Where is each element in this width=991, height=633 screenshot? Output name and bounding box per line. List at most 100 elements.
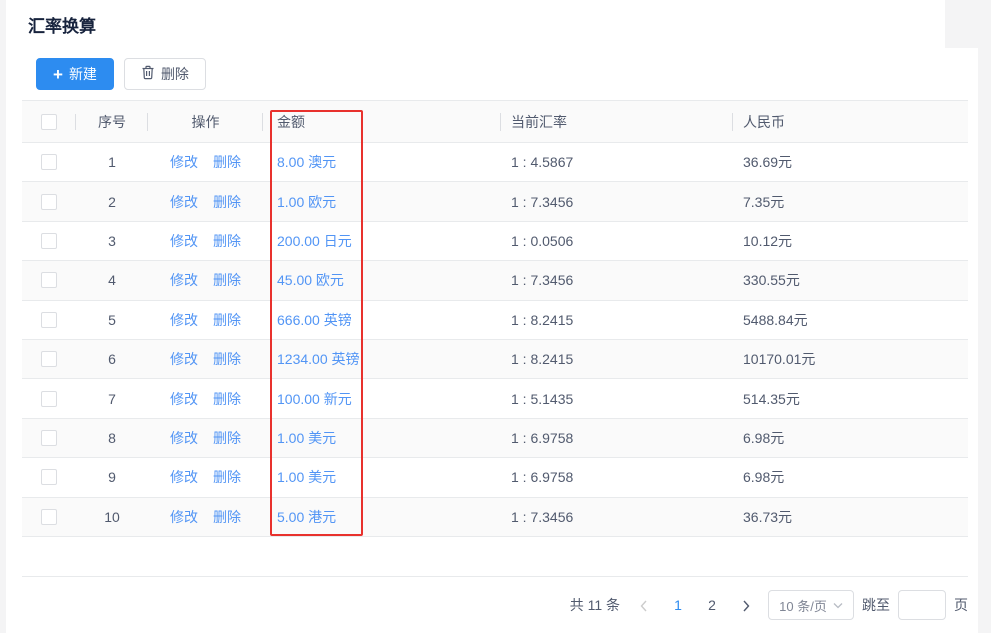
row-rmb: 514.35元 [733, 389, 968, 409]
header-actions: 操作 [148, 112, 263, 132]
edit-link[interactable]: 修改 [170, 231, 198, 251]
row-select-cell [22, 469, 76, 485]
pagination: 共 11 条 1 2 10 条/页 跳至 页 [562, 589, 968, 621]
header-rate: 当前汇率 [501, 112, 733, 132]
row-rate: 1 : 6.9758 [501, 430, 733, 446]
row-checkbox[interactable] [41, 351, 57, 367]
row-rmb: 7.35元 [733, 192, 968, 212]
row-index: 1 [76, 154, 148, 170]
delete-button[interactable]: 删除 [124, 58, 206, 90]
delete-link[interactable]: 删除 [213, 231, 241, 251]
row-actions: 修改 删除 [148, 428, 263, 448]
delete-link[interactable]: 删除 [213, 428, 241, 448]
table-row: 2 修改 删除 1.00 欧元 1 : 7.3456 7.35元 [22, 182, 968, 221]
row-select-cell [22, 154, 76, 170]
row-index: 2 [76, 194, 148, 210]
row-index: 10 [76, 509, 148, 525]
jump-to-input[interactable] [898, 590, 946, 620]
page-title: 汇率换算 [28, 12, 96, 37]
row-checkbox[interactable] [41, 154, 57, 170]
delete-link[interactable]: 删除 [213, 467, 241, 487]
edit-link[interactable]: 修改 [170, 310, 198, 330]
row-rate: 1 : 5.1435 [501, 391, 733, 407]
edit-link[interactable]: 修改 [170, 389, 198, 409]
table-row: 6 修改 删除 1234.00 英镑 1 : 8.2415 10170.01元 [22, 340, 968, 379]
row-index: 7 [76, 391, 148, 407]
row-rmb: 5488.84元 [733, 310, 968, 330]
header-amount: 金额 [263, 112, 501, 132]
row-actions: 修改 删除 [148, 152, 263, 172]
row-actions: 修改 删除 [148, 507, 263, 527]
row-amount: 5.00 港元 [263, 507, 501, 527]
new-button[interactable]: + 新建 [36, 58, 114, 90]
row-index: 9 [76, 469, 148, 485]
table-row: 9 修改 删除 1.00 美元 1 : 6.9758 6.98元 [22, 458, 968, 497]
page-header-strip: 汇率换算 [6, 0, 945, 48]
edit-link[interactable]: 修改 [170, 270, 198, 290]
row-actions: 修改 删除 [148, 192, 263, 212]
edit-link[interactable]: 修改 [170, 428, 198, 448]
prev-page-button[interactable] [630, 591, 658, 619]
row-rate: 1 : 6.9758 [501, 469, 733, 485]
row-amount: 45.00 欧元 [263, 270, 501, 290]
row-rate: 1 : 8.2415 [501, 351, 733, 367]
row-amount: 666.00 英镑 [263, 310, 501, 330]
row-actions: 修改 删除 [148, 310, 263, 330]
row-amount: 100.00 新元 [263, 389, 501, 409]
edit-link[interactable]: 修改 [170, 507, 198, 527]
row-select-cell [22, 509, 76, 525]
row-checkbox[interactable] [41, 509, 57, 525]
row-rate: 1 : 7.3456 [501, 194, 733, 210]
delete-link[interactable]: 删除 [213, 507, 241, 527]
page-size-select[interactable]: 10 条/页 [768, 590, 854, 620]
table-row: 7 修改 删除 100.00 新元 1 : 5.1435 514.35元 [22, 379, 968, 418]
row-amount: 8.00 澳元 [263, 152, 501, 172]
row-checkbox[interactable] [41, 272, 57, 288]
delete-link[interactable]: 删除 [213, 349, 241, 369]
edit-link[interactable]: 修改 [170, 467, 198, 487]
edit-link[interactable]: 修改 [170, 152, 198, 172]
row-actions: 修改 删除 [148, 231, 263, 251]
row-amount: 1234.00 英镑 [263, 349, 501, 369]
row-rmb: 10170.01元 [733, 349, 968, 369]
page-button-1[interactable]: 1 [664, 591, 692, 619]
total-count-text: 共 11 条 [570, 595, 620, 615]
edit-link[interactable]: 修改 [170, 192, 198, 212]
delete-link[interactable]: 删除 [213, 310, 241, 330]
chevron-down-icon [833, 602, 843, 609]
row-index: 3 [76, 233, 148, 249]
delete-link[interactable]: 删除 [213, 270, 241, 290]
delete-link[interactable]: 删除 [213, 389, 241, 409]
row-rate: 1 : 8.2415 [501, 312, 733, 328]
select-all-checkbox[interactable] [41, 114, 57, 130]
row-actions: 修改 删除 [148, 270, 263, 290]
row-actions: 修改 删除 [148, 349, 263, 369]
row-rmb: 36.69元 [733, 152, 968, 172]
page-button-2[interactable]: 2 [698, 591, 726, 619]
row-select-cell [22, 430, 76, 446]
delete-link[interactable]: 删除 [213, 152, 241, 172]
table-row: 3 修改 删除 200.00 日元 1 : 0.0506 10.12元 [22, 222, 968, 261]
row-checkbox[interactable] [41, 469, 57, 485]
select-all-cell [22, 114, 76, 130]
row-checkbox[interactable] [41, 430, 57, 446]
row-rmb: 6.98元 [733, 467, 968, 487]
row-index: 6 [76, 351, 148, 367]
header-index: 序号 [76, 112, 148, 132]
edit-link[interactable]: 修改 [170, 349, 198, 369]
row-rmb: 330.55元 [733, 270, 968, 290]
table-row: 10 修改 删除 5.00 港元 1 : 7.3456 36.73元 [22, 498, 968, 537]
table-header: 序号 操作 金额 当前汇率 人民币 [22, 100, 968, 143]
row-checkbox[interactable] [41, 194, 57, 210]
row-rate: 1 : 7.3456 [501, 272, 733, 288]
exchange-rate-page: 汇率换算 + 新建 删除 [0, 0, 991, 633]
next-page-button[interactable] [732, 591, 760, 619]
row-index: 5 [76, 312, 148, 328]
row-checkbox[interactable] [41, 391, 57, 407]
row-rate: 1 : 4.5867 [501, 154, 733, 170]
row-checkbox[interactable] [41, 312, 57, 328]
delete-link[interactable]: 删除 [213, 192, 241, 212]
row-rmb: 36.73元 [733, 507, 968, 527]
row-checkbox[interactable] [41, 233, 57, 249]
row-amount: 1.00 欧元 [263, 192, 501, 212]
